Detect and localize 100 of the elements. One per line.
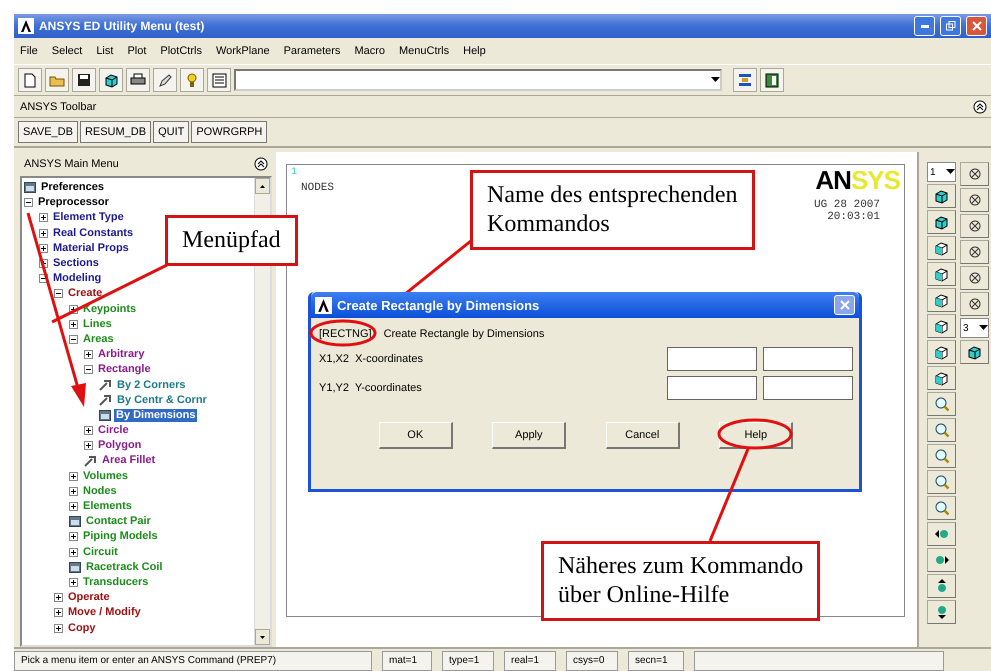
input-field[interactable] bbox=[667, 346, 757, 370]
menu-item[interactable]: WorkPlane bbox=[216, 45, 270, 57]
expand-icon[interactable] bbox=[69, 548, 78, 557]
toolbar-button[interactable] bbox=[126, 68, 150, 92]
collapse-icon[interactable] bbox=[973, 100, 987, 114]
toolbar-button[interactable] bbox=[99, 68, 123, 92]
increment-select[interactable]: 3 bbox=[960, 318, 989, 338]
command-button[interactable]: RESUM_DB bbox=[80, 121, 152, 143]
rotate-button[interactable] bbox=[960, 240, 989, 264]
dialog-button[interactable]: Cancel bbox=[606, 422, 680, 449]
menu-tree-item[interactable]: Contact Pair bbox=[84, 515, 153, 528]
minimize-button[interactable] bbox=[914, 16, 935, 36]
close-button[interactable] bbox=[966, 16, 987, 36]
menu-tree-item[interactable]: Circle bbox=[96, 424, 131, 438]
expand-icon[interactable] bbox=[69, 502, 78, 512]
expand-icon[interactable] bbox=[54, 593, 63, 602]
menu-tree-item[interactable]: Circuit bbox=[81, 546, 120, 559]
command-button[interactable]: POWRGRPH bbox=[191, 121, 268, 143]
view-button[interactable] bbox=[927, 496, 956, 520]
collapse-icon[interactable] bbox=[84, 365, 93, 374]
toolbar-button[interactable] bbox=[207, 68, 231, 92]
expand-icon[interactable] bbox=[69, 578, 78, 587]
toolbar-button[interactable] bbox=[45, 68, 69, 92]
menu-tree-item[interactable]: Move / Modify bbox=[66, 606, 143, 620]
rotate-button[interactable] bbox=[960, 214, 989, 238]
scroll-down-button[interactable] bbox=[255, 629, 270, 645]
menu-item[interactable]: MenuCtrls bbox=[399, 45, 450, 57]
dialog-button[interactable]: Apply bbox=[492, 422, 566, 449]
expand-icon[interactable] bbox=[69, 320, 78, 329]
menu-tree-item[interactable]: Sections bbox=[51, 257, 101, 270]
menu-tree-item[interactable]: By Dimensions bbox=[114, 408, 198, 422]
menu-tree-item[interactable]: Element Type bbox=[51, 211, 126, 224]
expand-icon[interactable] bbox=[39, 228, 48, 238]
view-button[interactable] bbox=[927, 392, 956, 416]
menu-item[interactable]: PlotCtrls bbox=[160, 45, 202, 57]
view-button[interactable] bbox=[927, 366, 956, 390]
expand-icon[interactable] bbox=[54, 608, 63, 618]
menu-tree-item[interactable]: Volumes bbox=[81, 470, 130, 483]
toolbar-button[interactable] bbox=[153, 68, 177, 92]
rotate-button[interactable] bbox=[960, 188, 989, 212]
command-button[interactable]: SAVE_DB bbox=[18, 121, 78, 143]
menu-tree-item[interactable]: Real Constants bbox=[51, 226, 136, 240]
menu-tree-item[interactable]: Polygon bbox=[96, 439, 144, 452]
expand-icon[interactable] bbox=[69, 532, 78, 542]
menu-item[interactable]: Select bbox=[52, 45, 82, 57]
menu-tree-item[interactable]: Rectangle bbox=[96, 363, 153, 376]
view-button[interactable] bbox=[927, 444, 956, 468]
menu-tree-item[interactable]: Keypoints bbox=[81, 302, 138, 316]
menu-tree-item[interactable]: Racetrack Coil bbox=[84, 560, 164, 574]
window-select[interactable]: 1 bbox=[927, 162, 956, 182]
menu-tree-item[interactable]: Operate bbox=[66, 591, 112, 604]
menu-item[interactable]: Plot bbox=[127, 45, 146, 57]
menu-tree-item[interactable]: Modeling bbox=[51, 272, 104, 286]
menu-item[interactable]: List bbox=[96, 45, 114, 57]
view-button[interactable] bbox=[927, 470, 956, 494]
menu-tree-item[interactable]: Preprocessor bbox=[36, 196, 111, 210]
view-button[interactable] bbox=[927, 210, 956, 234]
menu-tree-item[interactable]: Area Fillet bbox=[100, 454, 158, 468]
collapse-icon[interactable] bbox=[54, 289, 63, 298]
menu-item[interactable]: Help bbox=[463, 45, 486, 57]
expand-icon[interactable] bbox=[84, 441, 93, 450]
menu-tree-item[interactable]: Transducers bbox=[81, 576, 150, 589]
menu-tree-item[interactable]: Copy bbox=[66, 622, 98, 635]
menu-tree-item[interactable]: Nodes bbox=[81, 484, 119, 498]
menu-item[interactable]: Parameters bbox=[284, 45, 340, 57]
rotate-button[interactable] bbox=[960, 162, 989, 186]
view-button[interactable] bbox=[927, 288, 956, 312]
command-button[interactable]: QUIT bbox=[153, 121, 190, 143]
expand-icon[interactable] bbox=[84, 350, 93, 360]
expand-icon[interactable] bbox=[39, 213, 48, 222]
menu-tree-item[interactable]: Preferences bbox=[39, 181, 106, 194]
view-button[interactable] bbox=[927, 314, 956, 338]
maximize-button[interactable] bbox=[940, 16, 961, 36]
view-button[interactable] bbox=[927, 184, 956, 208]
input-field[interactable] bbox=[667, 376, 757, 400]
menu-tree-item[interactable]: Elements bbox=[81, 500, 134, 514]
input-field[interactable] bbox=[763, 376, 853, 400]
collapse-icon[interactable] bbox=[69, 334, 78, 344]
rotate-button[interactable] bbox=[960, 292, 989, 316]
menu-tree-item[interactable]: By 2 Corners bbox=[115, 378, 188, 392]
expand-icon[interactable] bbox=[69, 486, 78, 496]
view-button[interactable] bbox=[927, 340, 956, 364]
dialog-button[interactable]: OK bbox=[378, 422, 453, 449]
expand-icon[interactable] bbox=[39, 244, 48, 253]
view-button[interactable] bbox=[960, 340, 989, 364]
menu-tree-item[interactable]: Arbitrary bbox=[96, 348, 146, 362]
expand-icon[interactable] bbox=[84, 426, 93, 436]
menu-tree-item[interactable]: Material Props bbox=[51, 242, 131, 255]
expand-icon[interactable] bbox=[69, 472, 78, 481]
collapse-icon[interactable] bbox=[24, 198, 33, 208]
menu-tree-item[interactable]: Areas bbox=[81, 332, 116, 346]
view-button[interactable] bbox=[927, 236, 956, 260]
menu-item[interactable]: Macro bbox=[354, 45, 385, 57]
menu-tree-item[interactable]: Piping Models bbox=[81, 530, 160, 544]
menu-tree-item[interactable]: Lines bbox=[81, 318, 114, 331]
menu-tree-item[interactable]: By Centr & Cornr bbox=[115, 394, 209, 407]
view-button[interactable] bbox=[927, 262, 956, 286]
toolbar-button[interactable] bbox=[18, 68, 42, 92]
toolbar-button[interactable] bbox=[760, 68, 784, 92]
menu-item[interactable]: File bbox=[20, 45, 38, 57]
